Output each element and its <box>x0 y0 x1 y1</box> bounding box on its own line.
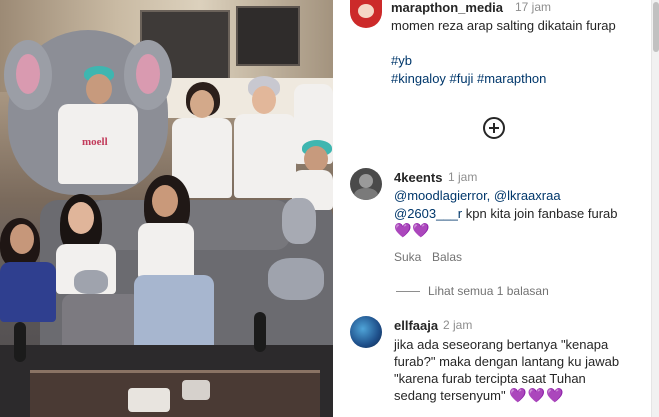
hashtag-line-1[interactable]: #yb <box>391 53 412 68</box>
avatar-ellfaaja[interactable] <box>350 316 382 348</box>
comment-text: @2603___r kpn kita join fanbase furab <box>394 205 618 222</box>
comment-text-line-2: furab?" maka dengan lantang ku jawab <box>394 354 620 369</box>
scrollbar[interactable] <box>651 0 659 417</box>
elephant-ear-left <box>4 40 52 110</box>
comment-text-line-3: "karena furab tercipta saat Tuhan <box>394 371 586 386</box>
comment-time[interactable]: 1 jam <box>448 170 477 184</box>
purple-heart-emoji: 💜💜 <box>394 222 431 238</box>
post-time[interactable]: 17 jam <box>515 0 551 14</box>
hashtag-line-2[interactable]: #kingaloy #fuji #marapthon <box>391 71 546 86</box>
avatar-4keents[interactable] <box>350 168 382 200</box>
comment-time-2[interactable]: 2 jam <box>443 318 472 332</box>
coffee-table <box>30 370 320 417</box>
microphone <box>254 312 266 352</box>
comment-username[interactable]: 4keents <box>394 170 442 185</box>
comment-text-line-4-text: sedang tersenyum" <box>394 388 506 403</box>
post-caption: momen reza arap salting dikatain furap <box>391 18 616 33</box>
table-item <box>128 388 170 412</box>
comment-mentions[interactable]: @moodlagierror, @lkraaxraa <box>394 187 561 204</box>
microphone-2 <box>14 322 26 362</box>
bunny-plush-3 <box>74 270 108 294</box>
comment-text-line-1: jika ada seseorang bertanya "kenapa <box>394 337 609 352</box>
purple-heart-emoji-2: 💜💜💜 <box>509 387 565 403</box>
bunny-plush-1 <box>282 198 316 244</box>
reply-button[interactable]: Balas <box>432 250 462 264</box>
person-sitting-3 <box>130 175 225 365</box>
like-button[interactable]: Suka <box>394 250 421 264</box>
table-item-2 <box>182 380 210 400</box>
view-replies-button[interactable]: Lihat semua 1 balasan <box>428 284 549 298</box>
comment-text-line-4: sedang tersenyum" 💜💜💜 <box>394 387 565 404</box>
comment-mention-3[interactable]: @2603___r <box>394 206 462 221</box>
bunny-plush-2 <box>268 258 324 300</box>
shirt-text: moell <box>82 136 108 148</box>
comment-username-2[interactable]: ellfaaja <box>394 318 438 333</box>
scrollbar-thumb[interactable] <box>653 2 659 52</box>
comment-body: kpn kita join fanbase furab <box>462 206 618 221</box>
replies-divider <box>396 291 420 292</box>
load-more-comments-icon[interactable] <box>483 117 505 139</box>
post-username[interactable]: marapthon_media <box>391 0 503 15</box>
post-media[interactable]: moell <box>0 0 333 417</box>
kitchen-oven <box>236 6 300 66</box>
